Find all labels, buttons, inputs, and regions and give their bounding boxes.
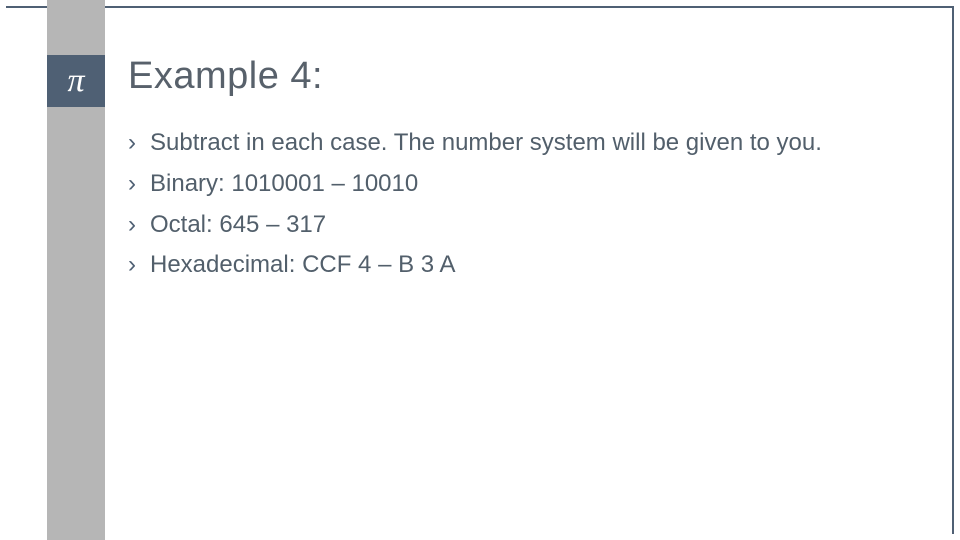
list-item: Binary: 1010001 – 10010	[128, 167, 912, 202]
icon-tile: π	[47, 55, 105, 107]
slide-title: Example 4:	[128, 55, 912, 98]
pi-icon: π	[67, 64, 84, 98]
slide-content: Example 4: Subtract in each case. The nu…	[128, 55, 912, 289]
list-item: Subtract in each case. The number system…	[128, 126, 912, 161]
frame-border-top	[6, 6, 954, 8]
list-item: Octal: 645 – 317	[128, 208, 912, 243]
list-item: Hexadecimal: CCF 4 – B 3 A	[128, 248, 912, 283]
bullet-list: Subtract in each case. The number system…	[128, 126, 912, 283]
frame-border-right	[952, 6, 954, 534]
